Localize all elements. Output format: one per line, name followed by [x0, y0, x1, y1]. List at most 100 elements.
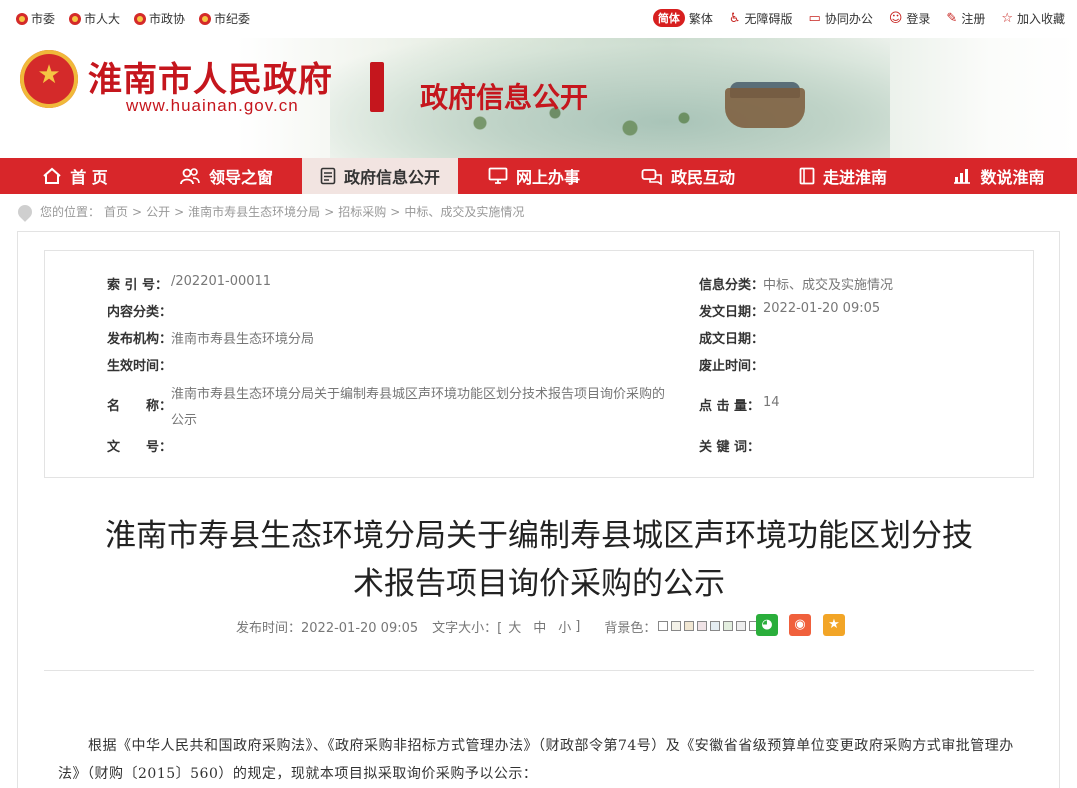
header-banner: 淮南市人民政府 www.huainan.gov.cn 政府信息公开: [0, 38, 1077, 158]
breadcrumb-prefix: 您的位置：: [40, 205, 101, 219]
effective-label: 生效时间：: [107, 359, 173, 374]
favorite-star-icon[interactable]: ★: [823, 614, 845, 636]
chat-icon: [641, 169, 662, 185]
category-label: 信息分类：: [699, 278, 765, 293]
breadcrumb: 您的位置： 首页 > 公开 > 淮南市寿县生态环境分局 > 招标采购 > 中标、…: [15, 201, 524, 222]
site-title[interactable]: 淮南市人民政府: [88, 52, 333, 101]
home-icon: [43, 167, 61, 184]
section-title: 政府信息公开: [420, 81, 589, 114]
people-icon: [180, 168, 200, 185]
bg-swatch-7[interactable]: [736, 621, 747, 631]
breadcrumb-link-procurement[interactable]: 招标采购: [338, 203, 386, 220]
bg-swatch-3[interactable]: [684, 621, 695, 631]
breadcrumb-link-public[interactable]: 公开: [146, 203, 170, 220]
party-links: 市委 市人大 市政协 市纪委: [16, 10, 250, 27]
collab-link[interactable]: ▭ 协同办公: [809, 10, 873, 27]
traditional-button[interactable]: 繁体: [689, 10, 713, 27]
link-shijiwei[interactable]: 市纪委: [199, 10, 250, 27]
nav-label: 领导之窗: [208, 168, 273, 187]
book-icon: [799, 167, 815, 185]
issue-date-value: 2022-01-20 09:05: [763, 301, 881, 316]
font-large-button[interactable]: 大: [508, 617, 521, 636]
breadcrumb-link-award[interactable]: 中标、成交及实施情况: [404, 203, 524, 220]
nav-home[interactable]: 首 页: [0, 158, 150, 194]
name-value: 淮南市寿县生态环境分局关于编制寿县城区声环境功能区划分技术报告项目询价采购的 公示: [171, 382, 671, 434]
breadcrumb-separator: >: [174, 204, 185, 219]
login-link[interactable]: ☺ 登录: [889, 10, 931, 27]
simplified-button[interactable]: 简体: [652, 9, 685, 27]
nav-label: 数说淮南: [980, 168, 1045, 187]
nav-about-huainan[interactable]: 走进淮南: [766, 158, 920, 194]
divider: [44, 670, 1034, 671]
clicks-label: 点 击 量：: [699, 399, 761, 414]
location-pin-icon: [15, 201, 35, 222]
bg-swatch-4[interactable]: [697, 621, 708, 631]
boat: [725, 88, 805, 128]
bg-color-label: 背景色：: [604, 620, 657, 636]
issue-date-label: 发文日期：: [699, 305, 765, 320]
nav-online-service[interactable]: 网上办事: [458, 158, 610, 194]
edit-icon: ✎: [946, 10, 958, 26]
weibo-share-icon[interactable]: ◉: [789, 614, 811, 636]
nav-gov-info[interactable]: 政府信息公开: [302, 158, 458, 194]
nav-data-huainan[interactable]: 数说淮南: [920, 158, 1077, 194]
font-size-label: 文字大小：[: [432, 620, 503, 636]
article-body: 根据《中华人民共和国政府采购法》、《政府采购非招标方式管理办法》（财政部令第74…: [58, 732, 1026, 788]
wechat-share-icon[interactable]: ◕: [756, 614, 778, 636]
bg-color-swatches: [658, 621, 760, 631]
nav-label: 政民互动: [670, 168, 735, 187]
article-title-line: 术报告项目询价采购的公示: [353, 566, 725, 602]
register-link[interactable]: ✎ 注册: [946, 10, 985, 27]
link-shiwei[interactable]: 市委: [16, 10, 55, 27]
font-medium-button[interactable]: 中: [533, 617, 546, 636]
document-icon: [320, 167, 336, 185]
user-icon: ☺: [888, 10, 903, 26]
name-label: 名 称：: [107, 399, 173, 414]
breadcrumb-separator: >: [324, 204, 335, 219]
index-label: 索 引 号：: [107, 278, 169, 293]
doc-no-label: 文 号：: [107, 440, 173, 455]
breadcrumb-link-home[interactable]: 首页: [104, 203, 128, 220]
emblem-icon: [134, 12, 147, 25]
bg-swatch-6[interactable]: [723, 621, 734, 631]
bg-swatch-5[interactable]: [710, 621, 721, 631]
publisher-label: 发布机构：: [107, 332, 173, 347]
content-class-label: 内容分类：: [107, 305, 173, 320]
star-icon: ☆: [1001, 10, 1013, 26]
nav-leaders[interactable]: 领导之窗: [150, 158, 302, 194]
emblem-icon: [16, 12, 28, 25]
expire-label: 废止时间：: [699, 359, 765, 374]
nav-interaction[interactable]: 政民互动: [610, 158, 766, 194]
link-shirenda[interactable]: 市人大: [69, 10, 120, 27]
accessibility-link[interactable]: ♿ 无障碍版: [729, 10, 793, 27]
name-value-line: 淮南市寿县生态环境分局关于编制寿县城区声环境功能区划分技术报告项目询价采购的: [171, 387, 666, 402]
monitor-icon: [488, 167, 508, 184]
index-value: /202201-00011: [171, 274, 272, 289]
article-title-line: 淮南市寿县生态环境分局关于编制寿县城区声环境功能区划分技: [105, 518, 973, 554]
breadcrumb-separator: >: [132, 204, 143, 219]
top-utility-bar: 市委 市人大 市政协 市纪委 简体 繁体 ♿ 无障碍版 ▭ 协同办公 ☺ 登录 ✎ 注册…: [0, 0, 1077, 38]
nav-label: 走进淮南: [822, 168, 887, 187]
nav-label: 网上办事: [515, 168, 580, 187]
font-small-button[interactable]: 小: [558, 617, 571, 636]
publisher-value: 淮南市寿县生态环境分局: [171, 332, 315, 347]
language-toggle: 简体 繁体: [652, 9, 713, 27]
bg-swatch-1[interactable]: [658, 621, 669, 631]
seal-stamp: [370, 62, 384, 112]
breadcrumb-link-bureau[interactable]: 淮南市寿县生态环境分局: [188, 203, 320, 220]
emblem-icon: [199, 12, 212, 25]
clicks-value: 14: [763, 395, 780, 410]
document-metadata: 索 引 号： /202201-00011 信息分类： 中标、成交及实施情况 内容…: [44, 250, 1034, 478]
publish-time: 发布时间：2022-01-20 09:05: [236, 620, 419, 636]
national-emblem-icon: [20, 50, 78, 108]
main-nav: 首 页 领导之窗 政府信息公开 网上办事 政民互动 走进淮南 数说淮南: [0, 158, 1077, 194]
favorite-link[interactable]: ☆ 加入收藏: [1001, 10, 1065, 27]
keywords-label: 关 键 词：: [699, 440, 761, 455]
user-tools: 简体 繁体 ♿ 无障碍版 ▭ 协同办公 ☺ 登录 ✎ 注册 ☆ 加入收藏: [652, 9, 1065, 27]
breadcrumb-separator: >: [390, 204, 401, 219]
bg-swatch-2[interactable]: [671, 621, 682, 631]
nav-label: 首 页: [70, 168, 108, 187]
link-shizhengxie[interactable]: 市政协: [134, 10, 185, 27]
written-date-label: 成文日期：: [699, 332, 765, 347]
article-toolbar: 发布时间：2022-01-20 09:05 文字大小：[ 大 中 小 ] 背景色…: [236, 616, 760, 636]
